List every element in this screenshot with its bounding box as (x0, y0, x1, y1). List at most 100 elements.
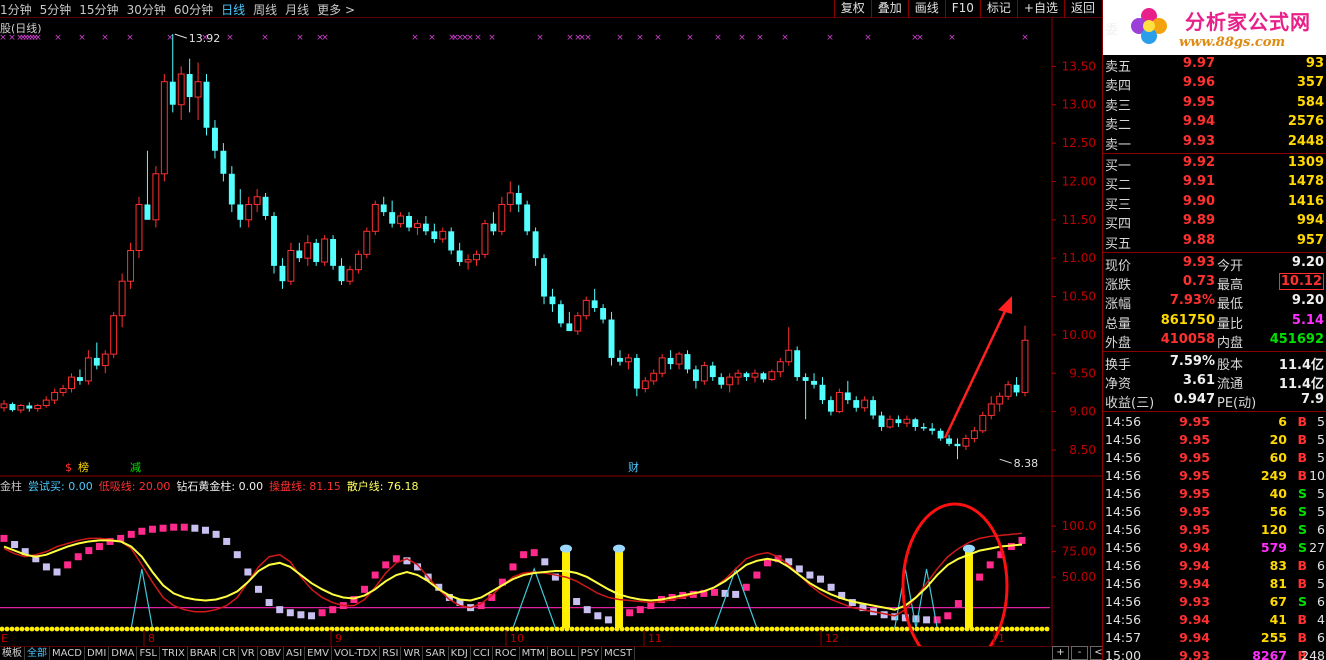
osc-bar (795, 565, 803, 573)
period-tab[interactable]: 5分钟 (40, 1, 72, 18)
indicator-tab[interactable]: TRIX (160, 647, 188, 660)
indicator-tab[interactable]: ROC (493, 647, 520, 660)
buy-level[interactable]: 买一 9.92 1309 (1103, 154, 1326, 174)
indicator-tab[interactable]: MACD (50, 647, 85, 660)
candle (853, 396, 860, 412)
toolbar-button[interactable]: 标记 (979, 0, 1017, 18)
indicator-tab[interactable]: CR (220, 647, 239, 660)
base-dot (4, 626, 10, 632)
base-dot (174, 626, 180, 632)
base-dot (804, 626, 810, 632)
period-tab[interactable]: 周线 (253, 1, 277, 18)
buy-level[interactable]: 买四 9.89 994 (1103, 212, 1326, 232)
indicator-tab[interactable]: DMA (109, 647, 138, 660)
sell-level[interactable]: 卖一 9.93 2448 (1103, 133, 1326, 153)
period-tab[interactable]: 月线 (285, 1, 309, 18)
indicator-tab[interactable]: ASI (284, 647, 306, 660)
toolbar-button[interactable]: 返回 (1063, 0, 1101, 18)
indicator-tab[interactable]: 模板 (0, 647, 25, 660)
base-dot (929, 626, 935, 632)
candle (93, 342, 100, 370)
period-tab[interactable]: 15分钟 (79, 1, 118, 18)
indicator-tab[interactable]: RSI (380, 647, 402, 660)
base-dot (379, 626, 385, 632)
osc-bar (42, 563, 50, 571)
indicator-tab[interactable]: WR (401, 647, 424, 660)
fundamental-value: 7.9 (1300, 392, 1324, 407)
base-dot (864, 626, 870, 632)
base-dot (324, 626, 330, 632)
indicator-tab[interactable]: DMI (85, 647, 110, 660)
base-dot (1044, 626, 1050, 632)
candle (608, 311, 615, 366)
toolbar-button[interactable]: F10 (944, 0, 980, 18)
tick-count: 5 (1317, 504, 1325, 519)
diamond-icon (560, 544, 573, 553)
indicator-tab[interactable]: MCST (602, 647, 636, 660)
toolbar-button[interactable]: +自选 (1016, 0, 1064, 18)
sell-price: 9.94 (1182, 114, 1215, 130)
indicator-tab[interactable]: SAR (423, 647, 449, 660)
base-dot (434, 626, 440, 632)
osc-bar (265, 599, 273, 607)
period-tab[interactable]: 更多 > (317, 1, 355, 18)
indicator-tab[interactable]: BOLL (548, 647, 579, 660)
trend-arrow (943, 304, 1010, 439)
osc-bar (583, 606, 591, 614)
candle (17, 403, 25, 414)
base-dot (269, 626, 275, 632)
kline-chart[interactable]: 13.50 13.00 12.50 12.00 11.50 11.00 10.50 10.00… (0, 18, 1102, 646)
indicator-tab[interactable]: PSY (579, 647, 603, 660)
indicator-tab[interactable]: FSL (137, 647, 160, 660)
period-tab[interactable]: 日线 (221, 1, 245, 18)
scroll-button[interactable]: + (1052, 646, 1069, 660)
toolbar-button[interactable]: 叠加 (870, 0, 908, 18)
tick-time: 14:56 (1105, 594, 1142, 609)
indicator-tab[interactable]: EMV (305, 647, 332, 660)
base-dot (674, 626, 680, 632)
candle (776, 357, 784, 378)
price-label: 11.50 (1062, 213, 1096, 227)
high-label: 13.92 (189, 32, 221, 45)
buy-level[interactable]: 买二 9.91 1478 (1103, 173, 1326, 193)
osc-bar (817, 575, 825, 583)
indicator-tab[interactable]: MTM (520, 647, 548, 660)
indicator-tab[interactable]: KDJ (449, 647, 471, 660)
buy-level[interactable]: 买三 9.90 1416 (1103, 193, 1326, 213)
candle (700, 361, 708, 385)
sell-level[interactable]: 卖五 9.97 93 (1103, 55, 1326, 75)
signal-marker: × (428, 33, 436, 43)
tick-price: 9.95 (1179, 432, 1210, 447)
base-dot (319, 626, 325, 632)
base-dot (169, 626, 175, 632)
period-tab[interactable]: 60分钟 (174, 1, 213, 18)
osc-bar (626, 609, 634, 617)
sell-level[interactable]: 卖三 9.95 584 (1103, 94, 1326, 114)
candle (0, 400, 8, 412)
sell-level[interactable]: 卖四 9.96 357 (1103, 74, 1326, 94)
indicator-tab[interactable]: VR (239, 647, 258, 660)
candle (397, 212, 405, 228)
base-dot (189, 626, 195, 632)
scroll-button[interactable]: - (1071, 646, 1088, 660)
legend-item: 钻石黄金柱: 0.00 (176, 480, 264, 493)
indicator-tab[interactable]: CCI (471, 647, 493, 660)
indicator-tab[interactable]: BRAR (188, 647, 220, 660)
candle (42, 396, 50, 408)
osc-bar (233, 551, 241, 559)
price-label: 12.00 (1062, 174, 1096, 188)
period-tab[interactable]: 1分钟 (0, 1, 32, 18)
candle (101, 350, 109, 374)
toolbar-button[interactable]: 复权 (833, 0, 871, 18)
indicator-tab[interactable]: OBV (258, 647, 284, 660)
signal-marker: × (916, 33, 924, 43)
tick-time: 14:56 (1105, 576, 1142, 591)
tick-row: 14:56 9.95 6 B 5 (1103, 413, 1326, 431)
indicator-tab[interactable]: VOL-TDX (332, 647, 381, 660)
sell-level[interactable]: 卖二 9.94 2576 (1103, 113, 1326, 133)
period-tab[interactable]: 30分钟 (127, 1, 166, 18)
buy-level[interactable]: 买五 9.88 957 (1103, 232, 1326, 252)
candle (1004, 380, 1012, 401)
toolbar-button[interactable]: 画线 (907, 0, 945, 18)
indicator-tab[interactable]: 全部 (25, 647, 50, 660)
